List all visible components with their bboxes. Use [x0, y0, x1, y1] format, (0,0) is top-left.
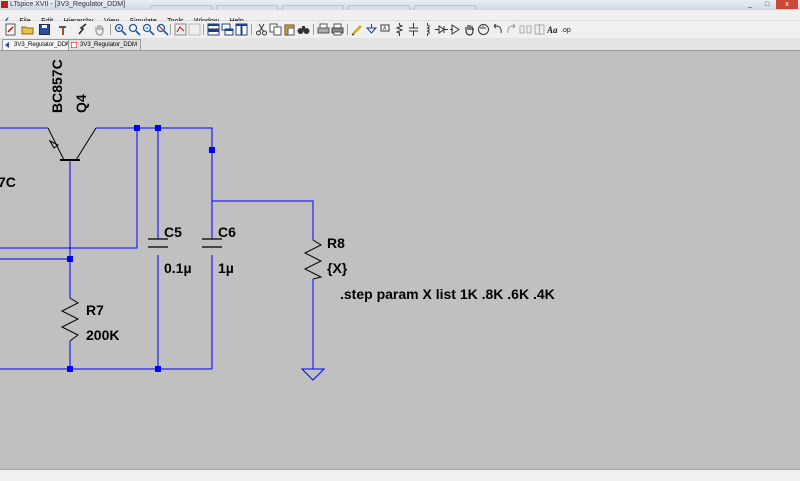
svg-text:.op: .op — [561, 27, 571, 34]
drag-hand-icon[interactable] — [477, 23, 490, 36]
maximize-button[interactable]: □ — [759, 0, 775, 9]
cut-scissors-icon[interactable] — [255, 23, 268, 36]
zoom-fit-icon[interactable] — [156, 23, 169, 36]
text-icon[interactable]: Aa — [547, 23, 560, 36]
print-icon[interactable] — [331, 23, 344, 36]
c5-ref-label[interactable]: C5 — [164, 224, 182, 240]
transistor-ref-label[interactable]: Q4 — [73, 94, 89, 113]
zoom-out-icon[interactable] — [142, 23, 155, 36]
wire[interactable] — [0, 258, 71, 298]
undo-icon[interactable] — [491, 23, 504, 36]
grid-disabled-icon — [188, 23, 201, 36]
transistor-model-label[interactable]: BC857C — [49, 59, 65, 113]
document-tabs: 3V3_Regulator_DDM 3V3_Regulator_DDM — [0, 38, 800, 51]
junction-dot — [67, 256, 73, 262]
tab-schematic[interactable]: 3V3_Regulator_DDM — [2, 39, 76, 50]
c6-value-label[interactable]: 1µ — [218, 260, 234, 276]
tab-label: 3V3_Regulator_DDM — [80, 42, 138, 48]
junction-dot — [67, 366, 73, 372]
r7-ref-label[interactable]: R7 — [86, 302, 104, 318]
partial-label: 7C — [0, 174, 16, 190]
taskbar-tabs — [150, 1, 550, 14]
toolbar-separator — [313, 24, 314, 35]
draw-wire-pencil-icon[interactable] — [351, 23, 364, 36]
ground-icon[interactable] — [365, 23, 378, 36]
junction-dot — [134, 125, 140, 131]
transistor-q4[interactable] — [47, 127, 97, 161]
menu-bar: ❮ File Edit Hierarchy View Simulate Tool… — [0, 10, 800, 28]
schematic-icon — [5, 42, 11, 48]
ltspice-app-icon — [1, 1, 8, 8]
find-binoculars-icon[interactable] — [297, 23, 310, 36]
component-icon[interactable] — [449, 23, 462, 36]
r7-value-label[interactable]: 200K — [86, 327, 119, 343]
junction-dot — [155, 366, 161, 372]
toolbar-separator — [110, 24, 111, 35]
resistor-icon[interactable] — [393, 23, 406, 36]
capacitor-icon[interactable] — [407, 23, 420, 36]
diode-icon[interactable] — [435, 23, 448, 36]
status-bar — [0, 469, 800, 481]
svg-text:Aa: Aa — [547, 25, 558, 35]
junction-dot — [209, 147, 215, 153]
wire[interactable] — [0, 341, 212, 370]
inductor-icon[interactable] — [421, 23, 434, 36]
c5-value-label[interactable]: 0.1µ — [164, 260, 192, 276]
toolbar-separator — [170, 24, 171, 35]
mirror-icon[interactable] — [533, 23, 546, 36]
net-label-icon[interactable]: A — [379, 23, 392, 36]
new-schematic-icon[interactable] — [4, 23, 17, 36]
r8-ref-label[interactable]: R8 — [327, 235, 345, 251]
wires[interactable] — [0, 127, 314, 370]
wire[interactable] — [0, 128, 138, 249]
close-button[interactable]: x — [776, 0, 798, 9]
autorange-icon[interactable] — [174, 23, 187, 36]
schematic-canvas[interactable]: BC857C Q4 7C C5 0.1µ C6 1µ R7 200K R8 {X… — [0, 51, 800, 469]
tile-vertical-icon[interactable] — [235, 23, 248, 36]
r8-value-label[interactable]: {X} — [327, 260, 348, 276]
junction-dot — [155, 125, 161, 131]
resistor-r7-symbol[interactable] — [60, 297, 80, 342]
window-title: LTspice XVII - [3V3_Regulator_DDM] — [10, 1, 126, 8]
wire[interactable] — [96, 127, 314, 240]
collector-lead — [75, 127, 97, 161]
capacitor-c6-symbol[interactable] — [202, 238, 222, 248]
spice-directive-icon[interactable]: .op — [561, 23, 574, 36]
move-hand-icon[interactable] — [463, 23, 476, 36]
ground-symbol[interactable] — [300, 368, 326, 381]
tab-waveform[interactable]: 3V3_Regulator_DDM — [68, 39, 142, 50]
resistor-r8-symbol[interactable] — [303, 239, 323, 280]
tab-label: 3V3_Regulator_DDM — [14, 42, 72, 48]
c6-ref-label[interactable]: C6 — [218, 224, 236, 240]
halt-hand-icon[interactable] — [93, 23, 106, 36]
run-simulation-icon[interactable] — [76, 23, 89, 36]
tile-horizontal-icon[interactable] — [207, 23, 220, 36]
print-preview-icon[interactable] — [317, 23, 330, 36]
spice-step-directive[interactable]: .step param X list 1K .8K .6K .4K — [340, 286, 555, 302]
control-panel-hammer-icon[interactable] — [57, 23, 70, 36]
copy-icon[interactable] — [269, 23, 282, 36]
cascade-windows-icon[interactable] — [221, 23, 234, 36]
open-folder-icon[interactable] — [21, 23, 34, 36]
toolbar-separator — [251, 24, 252, 35]
capacitor-c5-symbol[interactable] — [148, 238, 168, 248]
save-icon[interactable] — [38, 23, 51, 36]
minimize-button[interactable]: _ — [742, 0, 758, 9]
toolbar-separator — [347, 24, 348, 35]
rotate-icon[interactable] — [519, 23, 532, 36]
zoom-in-icon[interactable] — [114, 23, 127, 36]
pan-icon[interactable] — [128, 23, 141, 36]
emitter-arrow — [48, 139, 59, 149]
paste-icon[interactable] — [283, 23, 296, 36]
waveform-icon — [70, 41, 78, 49]
toolbar-separator — [203, 24, 204, 35]
redo-icon[interactable] — [505, 23, 518, 36]
toolbar: A Aa .op — [0, 21, 800, 39]
